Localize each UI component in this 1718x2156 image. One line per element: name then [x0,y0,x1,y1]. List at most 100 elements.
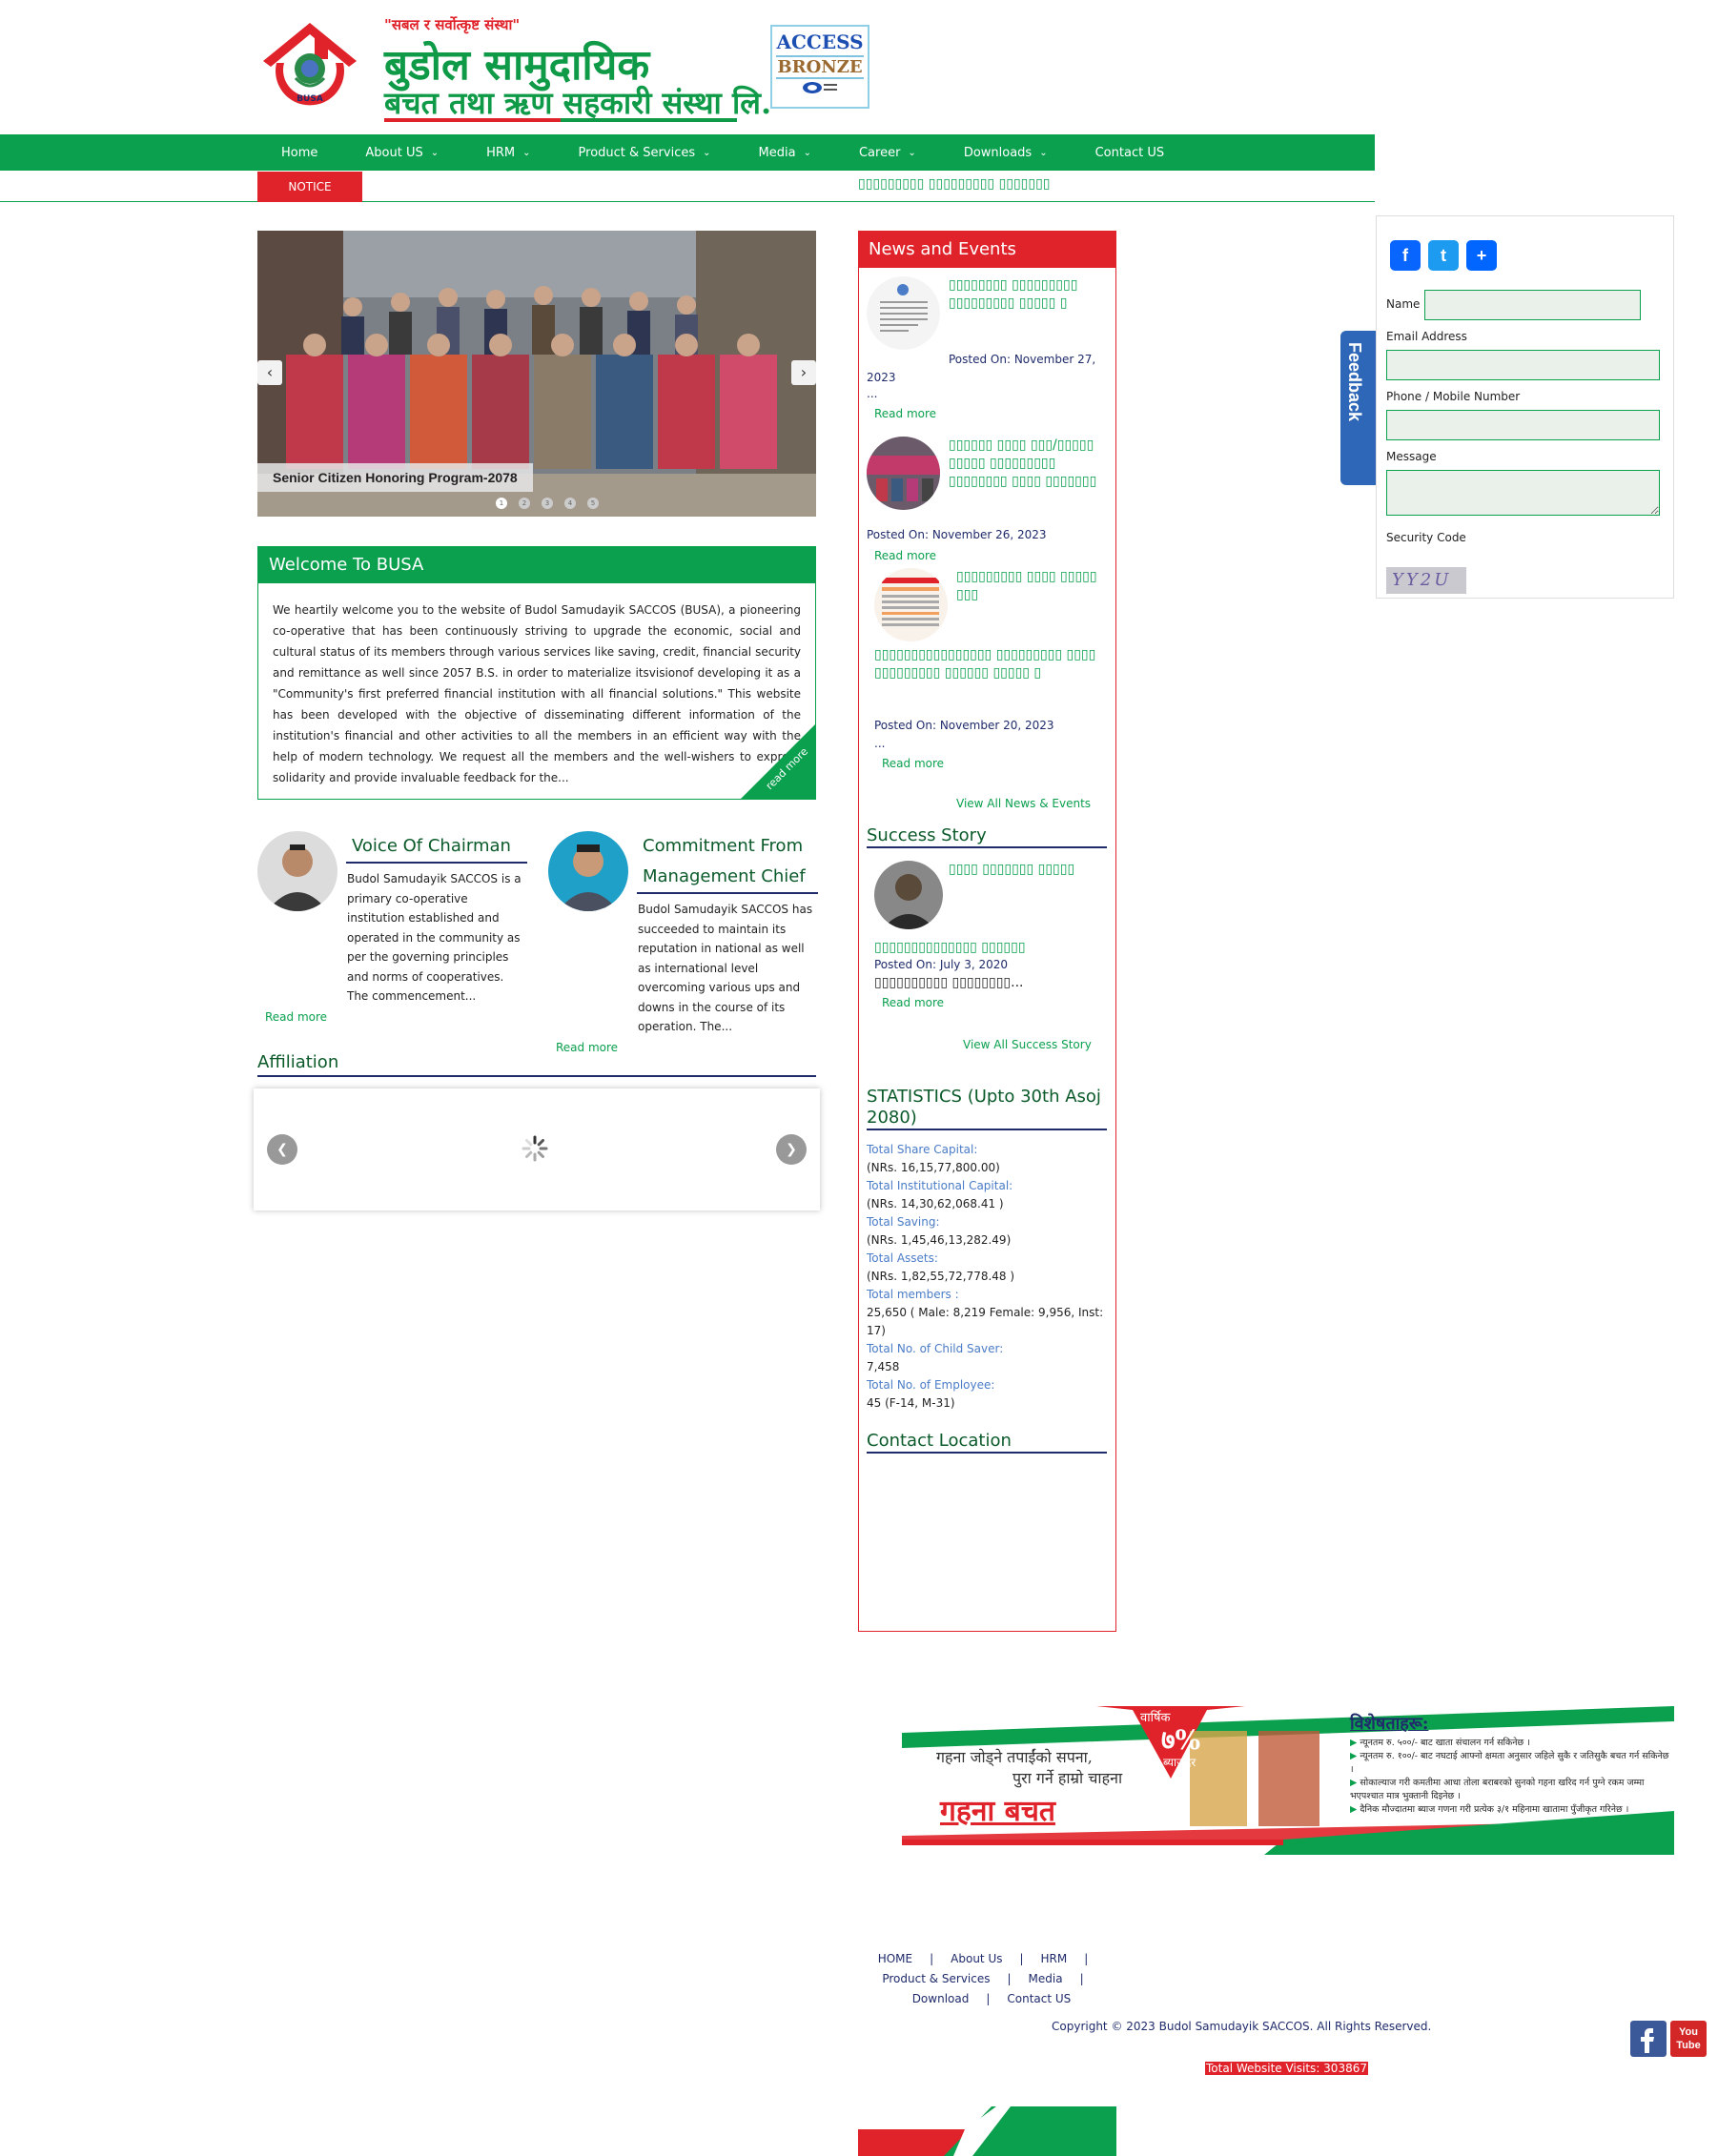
footer-link-hrm[interactable]: HRM [1041,1952,1068,1965]
news-read-more[interactable]: Read more [882,757,944,770]
slider-next-button[interactable]: › [791,360,816,385]
notice-ticker[interactable]: ▯▯▯▯▯▯▯▯▯ ▯▯▯▯▯▯▯▯▯ ▯▯▯▯▯▯▯ [858,176,1051,192]
name-input[interactable] [1424,290,1641,320]
welcome-read-more[interactable]: read more [740,723,815,799]
footer-link-products[interactable]: Product & Services [882,1972,990,1985]
stat-value: 45 (F-14, M-31) [867,1396,955,1410]
gahana-bachat-banner[interactable]: वार्षिक ७% ब्याजदर गहना जोड्ने तपाईंको स… [902,1706,1674,1855]
facebook-icon[interactable] [1630,2021,1667,2057]
news-posted: Posted On: November 27, 2023 [867,353,1096,384]
view-all-news-link[interactable]: View All News & Events [956,797,1091,810]
badge-fineprint [772,81,868,97]
nav-item-label: Media [758,145,796,160]
welcome-text: We heartily welcome you to the website o… [273,603,801,784]
footer-separator: | [986,1992,991,2005]
chevron-down-icon: ⌄ [803,147,811,158]
affiliation-title: Affiliation [257,1052,816,1077]
ad-features-list: ▶ न्यूनतम रु. ५००/- बाट खाता संचालन गर्न… [1350,1737,1669,1817]
ad-rate: ७% [1161,1724,1201,1756]
nav-item-media[interactable]: Media ⌄ [735,146,835,160]
ad-tagline1: गहना जोड्ने तपाईंको सपना, [936,1748,1093,1766]
news-headline[interactable]: ▯▯▯▯▯▯▯▯▯ ▯▯▯▯ ▯▯▯▯▯ ▯▯▯ [956,568,1107,604]
nav-item-career[interactable]: Career ⌄ [835,146,940,160]
email-input[interactable] [1386,350,1660,380]
statistics-list: Total Share Capital: (NRs. 16,15,77,800.0… [867,1141,1107,1413]
news-thumbnail[interactable] [867,276,940,350]
slider-prev-button[interactable]: ‹ [257,360,282,385]
nav-item-label: About US [365,145,423,160]
management-avatar [548,831,628,911]
footer-row: Download | Contact US [877,1989,1106,2009]
nav-item-hrm[interactable]: HRM ⌄ [462,146,554,160]
chairman-message: Voice Of Chairman Budol Samudayik SACCOS… [257,831,527,1024]
news-headline[interactable]: ▯▯▯▯▯▯ ▯▯▯▯ ▯▯▯/▯▯▯▯▯ ▯▯▯▯▯ ▯▯▯▯▯▯▯▯▯ ▯▯… [949,437,1107,491]
news-thumbnail[interactable] [874,568,948,641]
news-read-more[interactable]: Read more [874,549,936,562]
feedback-tab[interactable]: Feedback [1340,331,1376,485]
phone-label: Phone / Mobile Number [1386,390,1521,403]
stat-label: Total No. of Employee: [867,1378,995,1392]
share-button[interactable]: + [1466,240,1497,271]
header-underline [384,118,737,122]
ad-feature-item: ▶ न्यूनतम रु. ५००/- बाट खाता संचालन गर्न… [1350,1737,1669,1750]
footer-link-download[interactable]: Download [912,1992,970,2005]
nav-item-label: Contact US [1094,145,1165,160]
stat-label: Total members : [867,1288,959,1301]
ad-feature-text: दैनिक मौज्दातमा ब्याज गणना गरी प्रत्येक … [1360,1804,1629,1815]
message-textarea[interactable] [1386,470,1660,516]
success-headline[interactable]: ▯▯▯▯ ▯▯▯▯▯▯▯ ▯▯▯▯▯ [949,861,1074,879]
view-all-success-link[interactable]: View All Success Story [963,1038,1092,1051]
success-thumbnail[interactable] [874,861,943,929]
chairman-read-more[interactable]: Read more [265,1010,524,1024]
affiliation-next-button[interactable]: ❯ [776,1134,807,1165]
nav-item-contact-us[interactable]: Contact US [1072,146,1188,160]
ad-features-title: विशेषताहरू: [1350,1714,1429,1734]
name-label: Name [1386,297,1421,311]
ad-feature-item: ▶ न्यूनतम रु. १००/- बाट नघटाई आफ्नो क्षम… [1350,1750,1669,1777]
slider-dot[interactable]: 2 [519,498,530,509]
feedback-tab-label: Feedback [1345,342,1364,422]
stat-label: Total No. of Child Saver: [867,1342,1004,1355]
success-headline-extra[interactable]: ▯▯▯▯▯▯▯▯▯▯▯▯▯▯ ▯▯▯▯▯▯ [874,939,1026,957]
footer-link-about[interactable]: About Us [951,1952,1002,1965]
nav-item-about-us[interactable]: About US ⌄ [341,146,462,160]
footer-link-home[interactable]: HOME [878,1952,912,1965]
notice-label[interactable]: NOTICE [257,172,362,202]
nav-item-product-services[interactable]: Product & Services ⌄ [555,146,735,160]
nav-item-downloads[interactable]: Downloads ⌄ [940,146,1072,160]
news-posted: Posted On: November 26, 2023 [867,528,1047,541]
slider-dot[interactable]: 5 [587,498,599,509]
stat-value: 25,650 ( Male: 8,219 Female: 9,956, Inst… [867,1306,1104,1337]
chevron-down-icon: ⌄ [908,147,916,158]
news-title: News and Events [859,232,1115,268]
stat-value: (NRs. 16,15,77,800.00) [867,1161,1000,1174]
busa-logo[interactable]: BUSA [257,19,362,126]
news-headline[interactable]: ▯▯▯▯▯▯▯▯ ▯▯▯▯▯▯▯▯▯ ▯▯▯▯▯▯▯▯▯ ▯▯▯▯▯ ▯ [949,276,1107,313]
slider-dot[interactable]: 3 [542,498,553,509]
phone-input[interactable] [1386,410,1660,440]
footer-link-media[interactable]: Media [1029,1972,1063,1985]
nav-item-label: Product & Services [578,145,696,160]
footer-link-contact[interactable]: Contact US [1007,1992,1071,2005]
slider-dot[interactable]: 1 [496,498,507,509]
facebook-share-button[interactable]: f [1390,240,1421,271]
chevron-down-icon: ⌄ [430,147,440,158]
success-read-more[interactable]: Read more [882,996,944,1009]
feedback-panel: f t + Name Email Address Phone / Mobile … [1376,215,1674,599]
youtube-icon[interactable]: You Tube [1670,2021,1707,2057]
twitter-share-button[interactable]: t [1428,240,1459,271]
management-message: Commitment From Management Chief Budol S… [548,831,818,1054]
news-thumbnail[interactable] [867,437,940,510]
news-headline-extra[interactable]: ▯▯▯▯▯▯▯▯▯▯▯▯▯▯▯▯ ▯▯▯▯▯▯▯▯▯ ▯▯▯▯ ▯▯▯▯▯▯▯▯… [874,646,1107,682]
affiliation-prev-button[interactable]: ❮ [267,1134,297,1165]
welcome-panel: Welcome To BUSA We heartily welcome you … [257,546,816,800]
footer-separator: | [930,1952,934,1965]
slider-dot[interactable]: 4 [564,498,576,509]
nav-item-label: Career [858,145,901,160]
loading-spinner-icon [522,1135,548,1162]
welcome-title: Welcome To BUSA [258,547,815,583]
bullet-arrow-icon: ▶ [1350,1804,1360,1815]
affiliation-carousel: ❮ ❯ [254,1088,820,1210]
news-read-more[interactable]: Read more [874,407,936,420]
nav-item-home[interactable]: Home [257,146,341,160]
